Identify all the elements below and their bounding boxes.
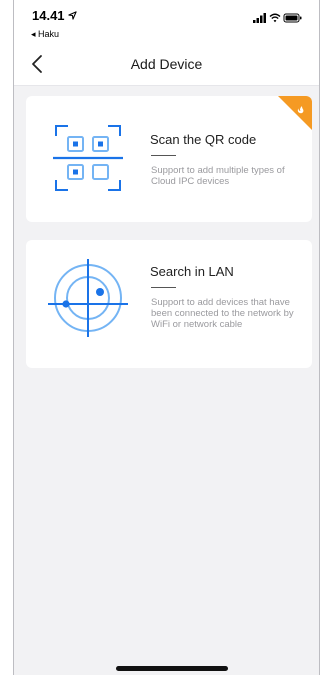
navigation-bar: Add Device — [14, 44, 319, 86]
status-icons — [253, 13, 302, 23]
home-indicator[interactable] — [116, 666, 228, 671]
option-description: Support to add devices that have been co… — [151, 297, 294, 330]
qr-scan-icon — [53, 125, 123, 191]
search-in-lan-option[interactable]: Search in LAN Support to add devices tha… — [26, 240, 312, 368]
status-time: 14.41 — [32, 8, 77, 23]
option-title: Scan the QR code — [150, 132, 257, 147]
radar-search-icon — [48, 259, 128, 337]
wifi-icon — [269, 13, 281, 23]
app-screen: 14.41 ◂ Haku Add Device Scan the QR code… — [13, 0, 320, 675]
status-bar: 14.41 ◂ Haku — [14, 0, 319, 44]
option-title: Search in LAN — [150, 264, 234, 279]
scan-qr-code-option[interactable]: Scan the QR code Support to add multiple… — [26, 96, 312, 222]
battery-icon — [283, 13, 302, 23]
hot-flame-icon — [278, 96, 312, 130]
location-arrow-icon — [68, 11, 77, 20]
page-title: Add Device — [130, 56, 203, 72]
title-divider — [151, 155, 176, 156]
signal-icon — [253, 13, 266, 23]
title-divider — [151, 287, 176, 288]
option-description: Support to add multiple types of Cloud I… — [151, 165, 285, 187]
back-to-app-link[interactable]: ◂ Haku — [31, 29, 59, 40]
